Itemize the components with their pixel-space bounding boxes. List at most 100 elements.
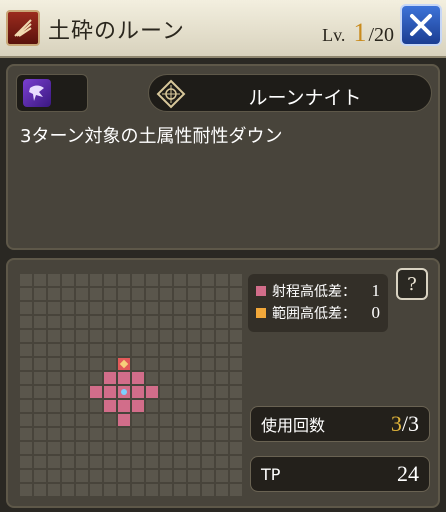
- grid-cell: [62, 470, 74, 482]
- grid-cell: [216, 386, 228, 398]
- grid-cell: [118, 470, 130, 482]
- legend-swatch-range: [256, 286, 266, 296]
- grid-cell: [202, 428, 214, 440]
- grid-cell: [76, 414, 88, 426]
- grid-cell: [202, 302, 214, 314]
- level-current: 1: [353, 18, 367, 47]
- level-prefix: Lv.: [322, 25, 346, 45]
- grid-cell: [160, 400, 172, 412]
- grid-cell: [188, 316, 200, 328]
- grid-cell: [160, 358, 172, 370]
- tp-label: TP: [261, 464, 281, 484]
- class-name: ルーンナイト: [248, 87, 362, 109]
- grid-cell: [160, 470, 172, 482]
- grid-cell: [90, 316, 102, 328]
- grid-cell: [230, 330, 242, 342]
- grid-cell: [230, 344, 242, 356]
- skill-category-icon: [6, 10, 40, 46]
- help-icon: ?: [407, 273, 417, 295]
- grid-cell: [34, 386, 46, 398]
- grid-cell: [62, 288, 74, 300]
- tp-value: 24: [397, 461, 419, 486]
- grid-cell: [132, 316, 144, 328]
- grid-cell: [230, 428, 242, 440]
- close-icon: [410, 14, 432, 36]
- grid-cell: [20, 428, 32, 440]
- grid-cell: [76, 358, 88, 370]
- grid-cell: [146, 316, 158, 328]
- grid-cell: [62, 358, 74, 370]
- grid-cell: [188, 330, 200, 342]
- grid-cell: [62, 302, 74, 314]
- grid-cell-origin: [118, 386, 130, 398]
- grid-cell: [146, 442, 158, 454]
- grid-cell: [90, 442, 102, 454]
- grid-cell: [48, 372, 60, 384]
- grid-cell: [104, 442, 116, 454]
- tp-stat: TP 24: [250, 456, 430, 492]
- grid-cell-range: [118, 414, 130, 426]
- grid-cell: [20, 302, 32, 314]
- grid-cell: [76, 330, 88, 342]
- grid-cell: [34, 330, 46, 342]
- legend-value-range: 1: [371, 281, 381, 300]
- grid-cell: [202, 330, 214, 342]
- grid-cell: [202, 386, 214, 398]
- grid-cell: [202, 414, 214, 426]
- grid-cell: [62, 400, 74, 412]
- grid-cell-range: [90, 386, 102, 398]
- header-bar: 土砕のルーン Lv. 1 /20: [0, 0, 446, 58]
- grid-cell: [34, 372, 46, 384]
- grid-cell: [90, 414, 102, 426]
- grid-cell: [90, 400, 102, 412]
- grid-cell: [62, 386, 74, 398]
- grid-cell: [20, 274, 32, 286]
- grid-cell: [34, 288, 46, 300]
- grid-cell: [188, 400, 200, 412]
- grid-cell: [20, 330, 32, 342]
- attribute-box: [16, 74, 88, 112]
- grid-cell: [132, 456, 144, 468]
- close-button[interactable]: [400, 4, 442, 46]
- grid-cell: [230, 302, 242, 314]
- skill-range-panel: 射程高低差： 1 範囲高低差： 0 ? 使用回数 3/3 TP 24: [6, 258, 440, 508]
- grid-cell: [76, 428, 88, 440]
- legend-label-range: 射程高低差：: [272, 284, 356, 300]
- grid-cell: [216, 470, 228, 482]
- grid-cell: [90, 274, 102, 286]
- grid-cell: [174, 372, 186, 384]
- grid-cell: [48, 442, 60, 454]
- grid-cell: [76, 372, 88, 384]
- grid-cell: [160, 330, 172, 342]
- grid-cell: [34, 484, 46, 496]
- grid-cell: [188, 484, 200, 496]
- grid-cell: [174, 344, 186, 356]
- grid-cell: [132, 428, 144, 440]
- grid-cell: [104, 456, 116, 468]
- grid-cell: [62, 316, 74, 328]
- grid-cell: [104, 274, 116, 286]
- grid-cell: [230, 400, 242, 412]
- grid-cell: [62, 330, 74, 342]
- grid-cell: [118, 274, 130, 286]
- grid-cell: [188, 470, 200, 482]
- grid-cell: [118, 484, 130, 496]
- grid-cell: [174, 414, 186, 426]
- grid-cell: [118, 428, 130, 440]
- grid-cell: [48, 358, 60, 370]
- grid-cell: [188, 414, 200, 426]
- grid-cell: [216, 400, 228, 412]
- grid-cell: [216, 288, 228, 300]
- grid-cell: [160, 456, 172, 468]
- grid-cell: [34, 470, 46, 482]
- help-button[interactable]: ?: [396, 268, 428, 300]
- grid-cell: [62, 372, 74, 384]
- grid-cell: [132, 344, 144, 356]
- grid-cell: [188, 302, 200, 314]
- grid-cell: [146, 330, 158, 342]
- grid-cell: [48, 288, 60, 300]
- grid-cell: [174, 274, 186, 286]
- grid-cell: [216, 330, 228, 342]
- level-max: /20: [368, 24, 394, 46]
- grid-cell: [230, 470, 242, 482]
